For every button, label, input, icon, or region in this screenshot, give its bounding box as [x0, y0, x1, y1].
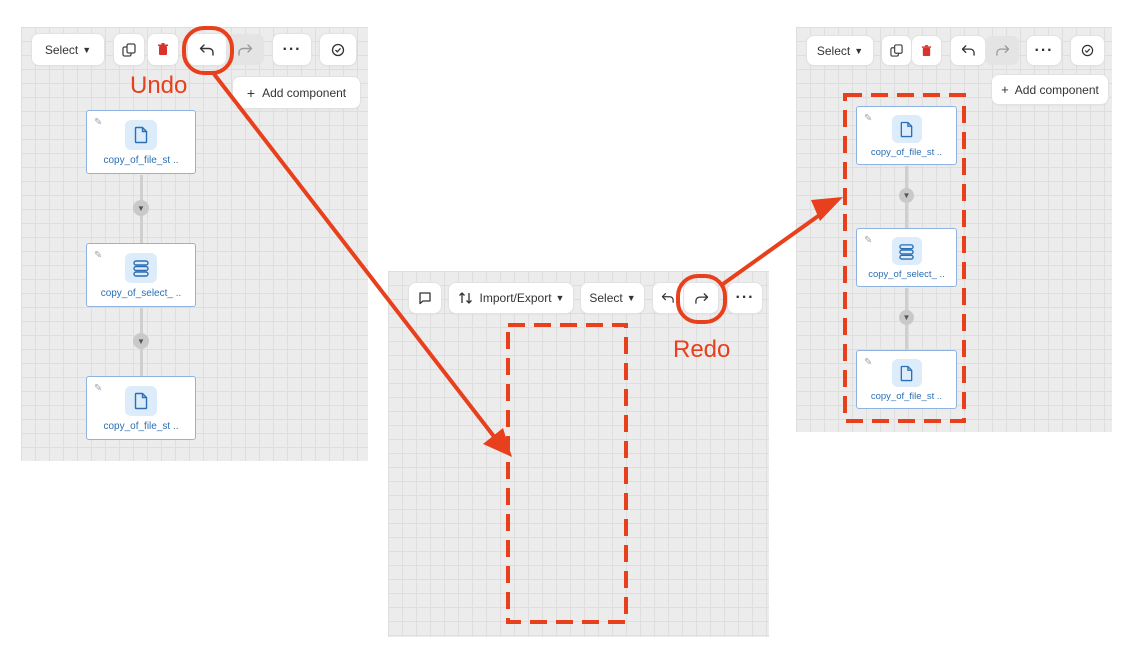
redo-icon	[238, 43, 253, 56]
check-circle-icon	[331, 43, 345, 56]
more-icon: ···	[282, 40, 302, 58]
import-export-dropdown[interactable]: Import/Export ▼	[449, 283, 573, 313]
undo-icon	[199, 43, 214, 56]
undo-icon	[661, 293, 674, 303]
chevron-down-icon: ▼	[626, 293, 636, 303]
connector-line	[905, 325, 908, 350]
chevron-down-icon[interactable]: ▼	[899, 188, 914, 203]
middle-canvas-panel: Import/Export ▼ Select ▼ ···	[388, 271, 769, 637]
redo-annotation-label: Redo	[673, 336, 731, 363]
stack-icon	[125, 253, 157, 283]
select-label: Select	[816, 43, 851, 58]
connector-line	[140, 217, 143, 243]
trash-icon	[158, 43, 168, 55]
more-icon: ···	[735, 289, 755, 306]
import-export-label: Import/Export	[479, 291, 552, 305]
chevron-down-icon: ▼	[82, 44, 92, 55]
select-dropdown[interactable]: Select ▼	[32, 34, 104, 65]
file-icon	[125, 120, 157, 150]
flow-node-2[interactable]: ✎ copy_of_select_ ..	[86, 243, 196, 307]
chevron-down-icon[interactable]: ▼	[133, 333, 149, 349]
connector-line	[905, 203, 908, 228]
node-label: copy_of_select_ ..	[868, 269, 945, 280]
comment-button[interactable]	[409, 283, 441, 313]
redo-button[interactable]	[985, 36, 1019, 65]
more-button[interactable]: ···	[728, 283, 762, 313]
pencil-icon: ✎	[94, 383, 103, 394]
copy-button[interactable]	[882, 36, 911, 65]
redo-icon	[995, 45, 1009, 56]
add-component-button[interactable]: + Add component	[233, 77, 360, 108]
copy-icon	[890, 44, 903, 57]
comment-icon	[419, 292, 431, 305]
validate-button[interactable]	[1071, 36, 1104, 65]
redo-button[interactable]	[684, 283, 718, 313]
flow-node-1[interactable]: ✎ copy_of_file_st ..	[856, 106, 957, 165]
node-label: copy_of_file_st ..	[103, 155, 179, 166]
undo-icon	[961, 45, 975, 56]
redo-icon	[694, 292, 708, 304]
pencil-icon: ✎	[864, 357, 873, 368]
validate-button[interactable]	[320, 34, 356, 65]
select-dropdown[interactable]: Select ▼	[807, 36, 873, 65]
flow-node-1[interactable]: ✎ copy_of_file_st ..	[86, 110, 196, 174]
node-label: copy_of_file_st ..	[103, 421, 179, 432]
flow-node-3[interactable]: ✎ copy_of_file_st ..	[86, 376, 196, 440]
sort-arrows-icon	[458, 292, 472, 304]
stack-icon	[891, 237, 922, 265]
check-circle-icon	[1081, 44, 1094, 57]
chevron-down-icon: ▼	[854, 45, 864, 56]
undo-button[interactable]	[188, 34, 226, 65]
delete-button[interactable]	[912, 36, 941, 65]
pencil-icon: ✎	[94, 250, 103, 261]
select-label: Select	[589, 291, 623, 305]
file-icon	[891, 359, 922, 387]
plus-icon: +	[1001, 82, 1009, 97]
select-label: Select	[44, 42, 79, 57]
delete-button[interactable]	[148, 34, 178, 65]
more-icon: ···	[1034, 41, 1054, 59]
file-icon	[125, 386, 157, 416]
chevron-down-icon: ▼	[555, 293, 565, 303]
more-button[interactable]: ···	[273, 34, 311, 65]
undo-button[interactable]	[951, 36, 985, 65]
right-canvas-panel: Select ▼ ··· + Add component ✎ copy_of_f…	[796, 27, 1112, 432]
flow-node-3[interactable]: ✎ copy_of_file_st ..	[856, 350, 957, 409]
plus-icon: +	[246, 84, 256, 101]
node-label: copy_of_file_st ..	[870, 391, 943, 402]
copy-button[interactable]	[114, 34, 144, 65]
copy-icon	[122, 42, 136, 57]
chevron-down-icon[interactable]: ▼	[899, 310, 914, 325]
undo-button[interactable]	[653, 283, 683, 313]
add-component-button[interactable]: + Add component	[992, 75, 1108, 104]
left-canvas-panel: Select ▼ ··· + Add component ✎ copy_of_f…	[21, 27, 368, 461]
add-component-label: Add component	[262, 85, 347, 100]
select-dropdown[interactable]: Select ▼	[581, 283, 644, 313]
file-icon	[891, 115, 922, 143]
chevron-down-icon[interactable]: ▼	[133, 200, 149, 216]
pencil-icon: ✎	[864, 235, 873, 246]
add-component-label: Add component	[1014, 82, 1099, 97]
connector-line	[140, 350, 143, 376]
pencil-icon: ✎	[94, 117, 103, 128]
redo-button[interactable]	[226, 34, 264, 65]
pencil-icon: ✎	[864, 113, 873, 124]
flow-node-2[interactable]: ✎ copy_of_select_ ..	[856, 228, 957, 287]
more-button[interactable]: ···	[1027, 36, 1061, 65]
node-label: copy_of_select_ ..	[100, 288, 182, 299]
trash-icon	[921, 44, 932, 56]
node-label: copy_of_file_st ..	[870, 147, 943, 158]
undo-annotation-label: Undo	[130, 72, 188, 99]
